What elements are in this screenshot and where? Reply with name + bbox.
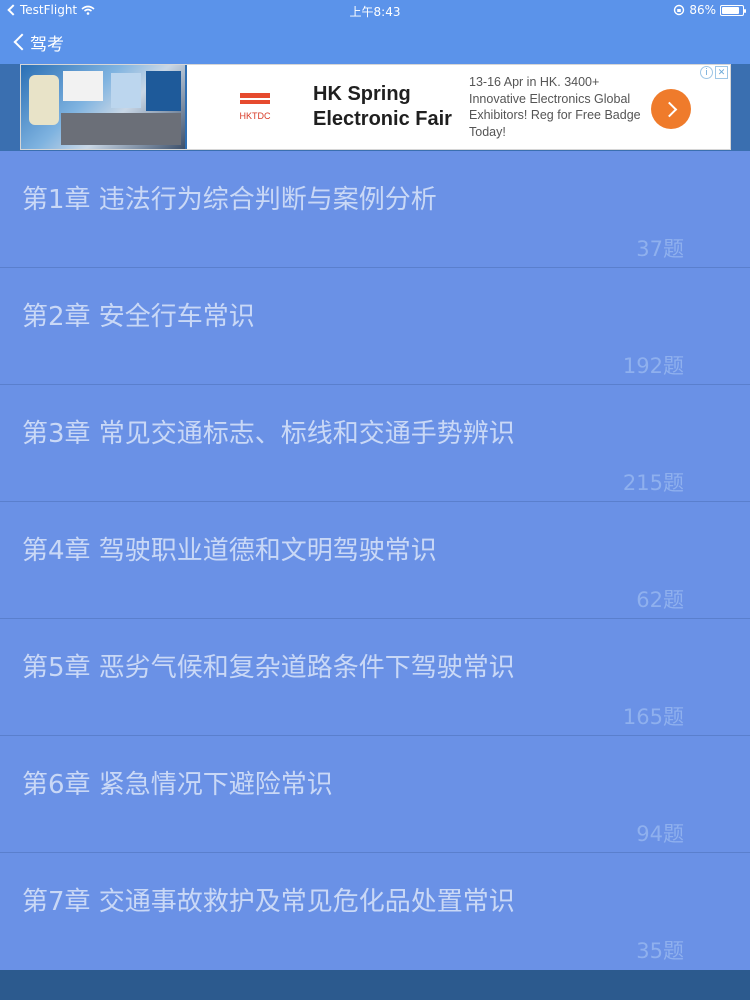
chapter-title: 第3章 常见交通标志、标线和交通手势辨识: [22, 419, 515, 449]
chapter-item-7[interactable]: 第7章 交通事故救护及常见危化品处置常识 35题: [0, 853, 750, 970]
chapter-title: 第1章 违法行为综合判断与案例分析: [22, 185, 437, 215]
ad-photo: [21, 65, 187, 149]
chapter-question-count: 62题: [636, 588, 684, 612]
ad-logo-text: HKTDC: [239, 111, 271, 121]
chapter-item-6[interactable]: 第6章 紧急情况下避险常识 94题: [0, 736, 750, 853]
status-right: 86%: [673, 3, 746, 17]
hktdc-logo-icon: [240, 93, 270, 109]
ad-info-icon[interactable]: i: [700, 66, 713, 79]
chapter-list: 第1章 违法行为综合判断与案例分析 37题 第2章 安全行车常识 192题 第3…: [0, 151, 750, 970]
ad-cta-button[interactable]: [651, 89, 691, 129]
ad-logo: HKTDC: [225, 93, 285, 121]
chapter-question-count: 35题: [636, 939, 684, 963]
bottom-bar: [0, 970, 750, 1000]
back-button-label: 驾考: [30, 34, 64, 55]
chapter-question-count: 192题: [622, 354, 684, 378]
chapter-question-count: 215题: [622, 471, 684, 495]
ad-headline: HK Spring Electronic Fair: [313, 83, 452, 130]
battery-fill: [722, 6, 740, 14]
chapter-question-count: 37题: [636, 237, 684, 261]
navigation-bar: 驾考: [0, 20, 750, 64]
chapter-question-count: 165题: [622, 705, 684, 729]
ad-close-icon[interactable]: ✕: [715, 66, 728, 79]
ad-choices: i ✕: [700, 66, 728, 79]
status-bar: TestFlight 上午8:43 86%: [0, 0, 750, 20]
chevron-right-icon: [663, 101, 679, 117]
status-left: TestFlight: [6, 3, 673, 17]
chapter-title: 第5章 恶劣气候和复杂道路条件下驾驶常识: [22, 653, 515, 683]
back-to-app-label[interactable]: TestFlight: [20, 3, 77, 17]
wifi-icon: [81, 5, 95, 15]
chevron-left-icon: [12, 31, 26, 53]
chapter-title: 第4章 驾驶职业道德和文明驾驶常识: [22, 536, 437, 566]
chapter-item-5[interactable]: 第5章 恶劣气候和复杂道路条件下驾驶常识 165题: [0, 619, 750, 736]
chapter-title: 第6章 紧急情况下避险常识: [22, 770, 333, 800]
chapter-title: 第2章 安全行车常识: [22, 302, 255, 332]
chapter-title: 第7章 交通事故救护及常见危化品处置常识: [22, 887, 515, 917]
ad-banner[interactable]: HKTDC HK Spring Electronic Fair 13-16 Ap…: [20, 64, 731, 150]
ad-strip: HKTDC HK Spring Electronic Fair 13-16 Ap…: [0, 64, 750, 151]
chapter-item-1[interactable]: 第1章 违法行为综合判断与案例分析 37题: [0, 151, 750, 268]
back-button[interactable]: 驾考: [12, 30, 64, 55]
chapter-question-count: 94题: [636, 822, 684, 846]
ad-body: 13-16 Apr in HK. 3400+ Innovative Electr…: [469, 75, 641, 139]
chapter-item-2[interactable]: 第2章 安全行车常识 192题: [0, 268, 750, 385]
back-to-app-icon[interactable]: [6, 4, 16, 16]
orientation-lock-icon: [673, 4, 685, 16]
battery-percent: 86%: [689, 3, 716, 17]
chapter-item-3[interactable]: 第3章 常见交通标志、标线和交通手势辨识 215题: [0, 385, 750, 502]
battery-icon: [720, 4, 746, 16]
chapter-item-4[interactable]: 第4章 驾驶职业道德和文明驾驶常识 62题: [0, 502, 750, 619]
